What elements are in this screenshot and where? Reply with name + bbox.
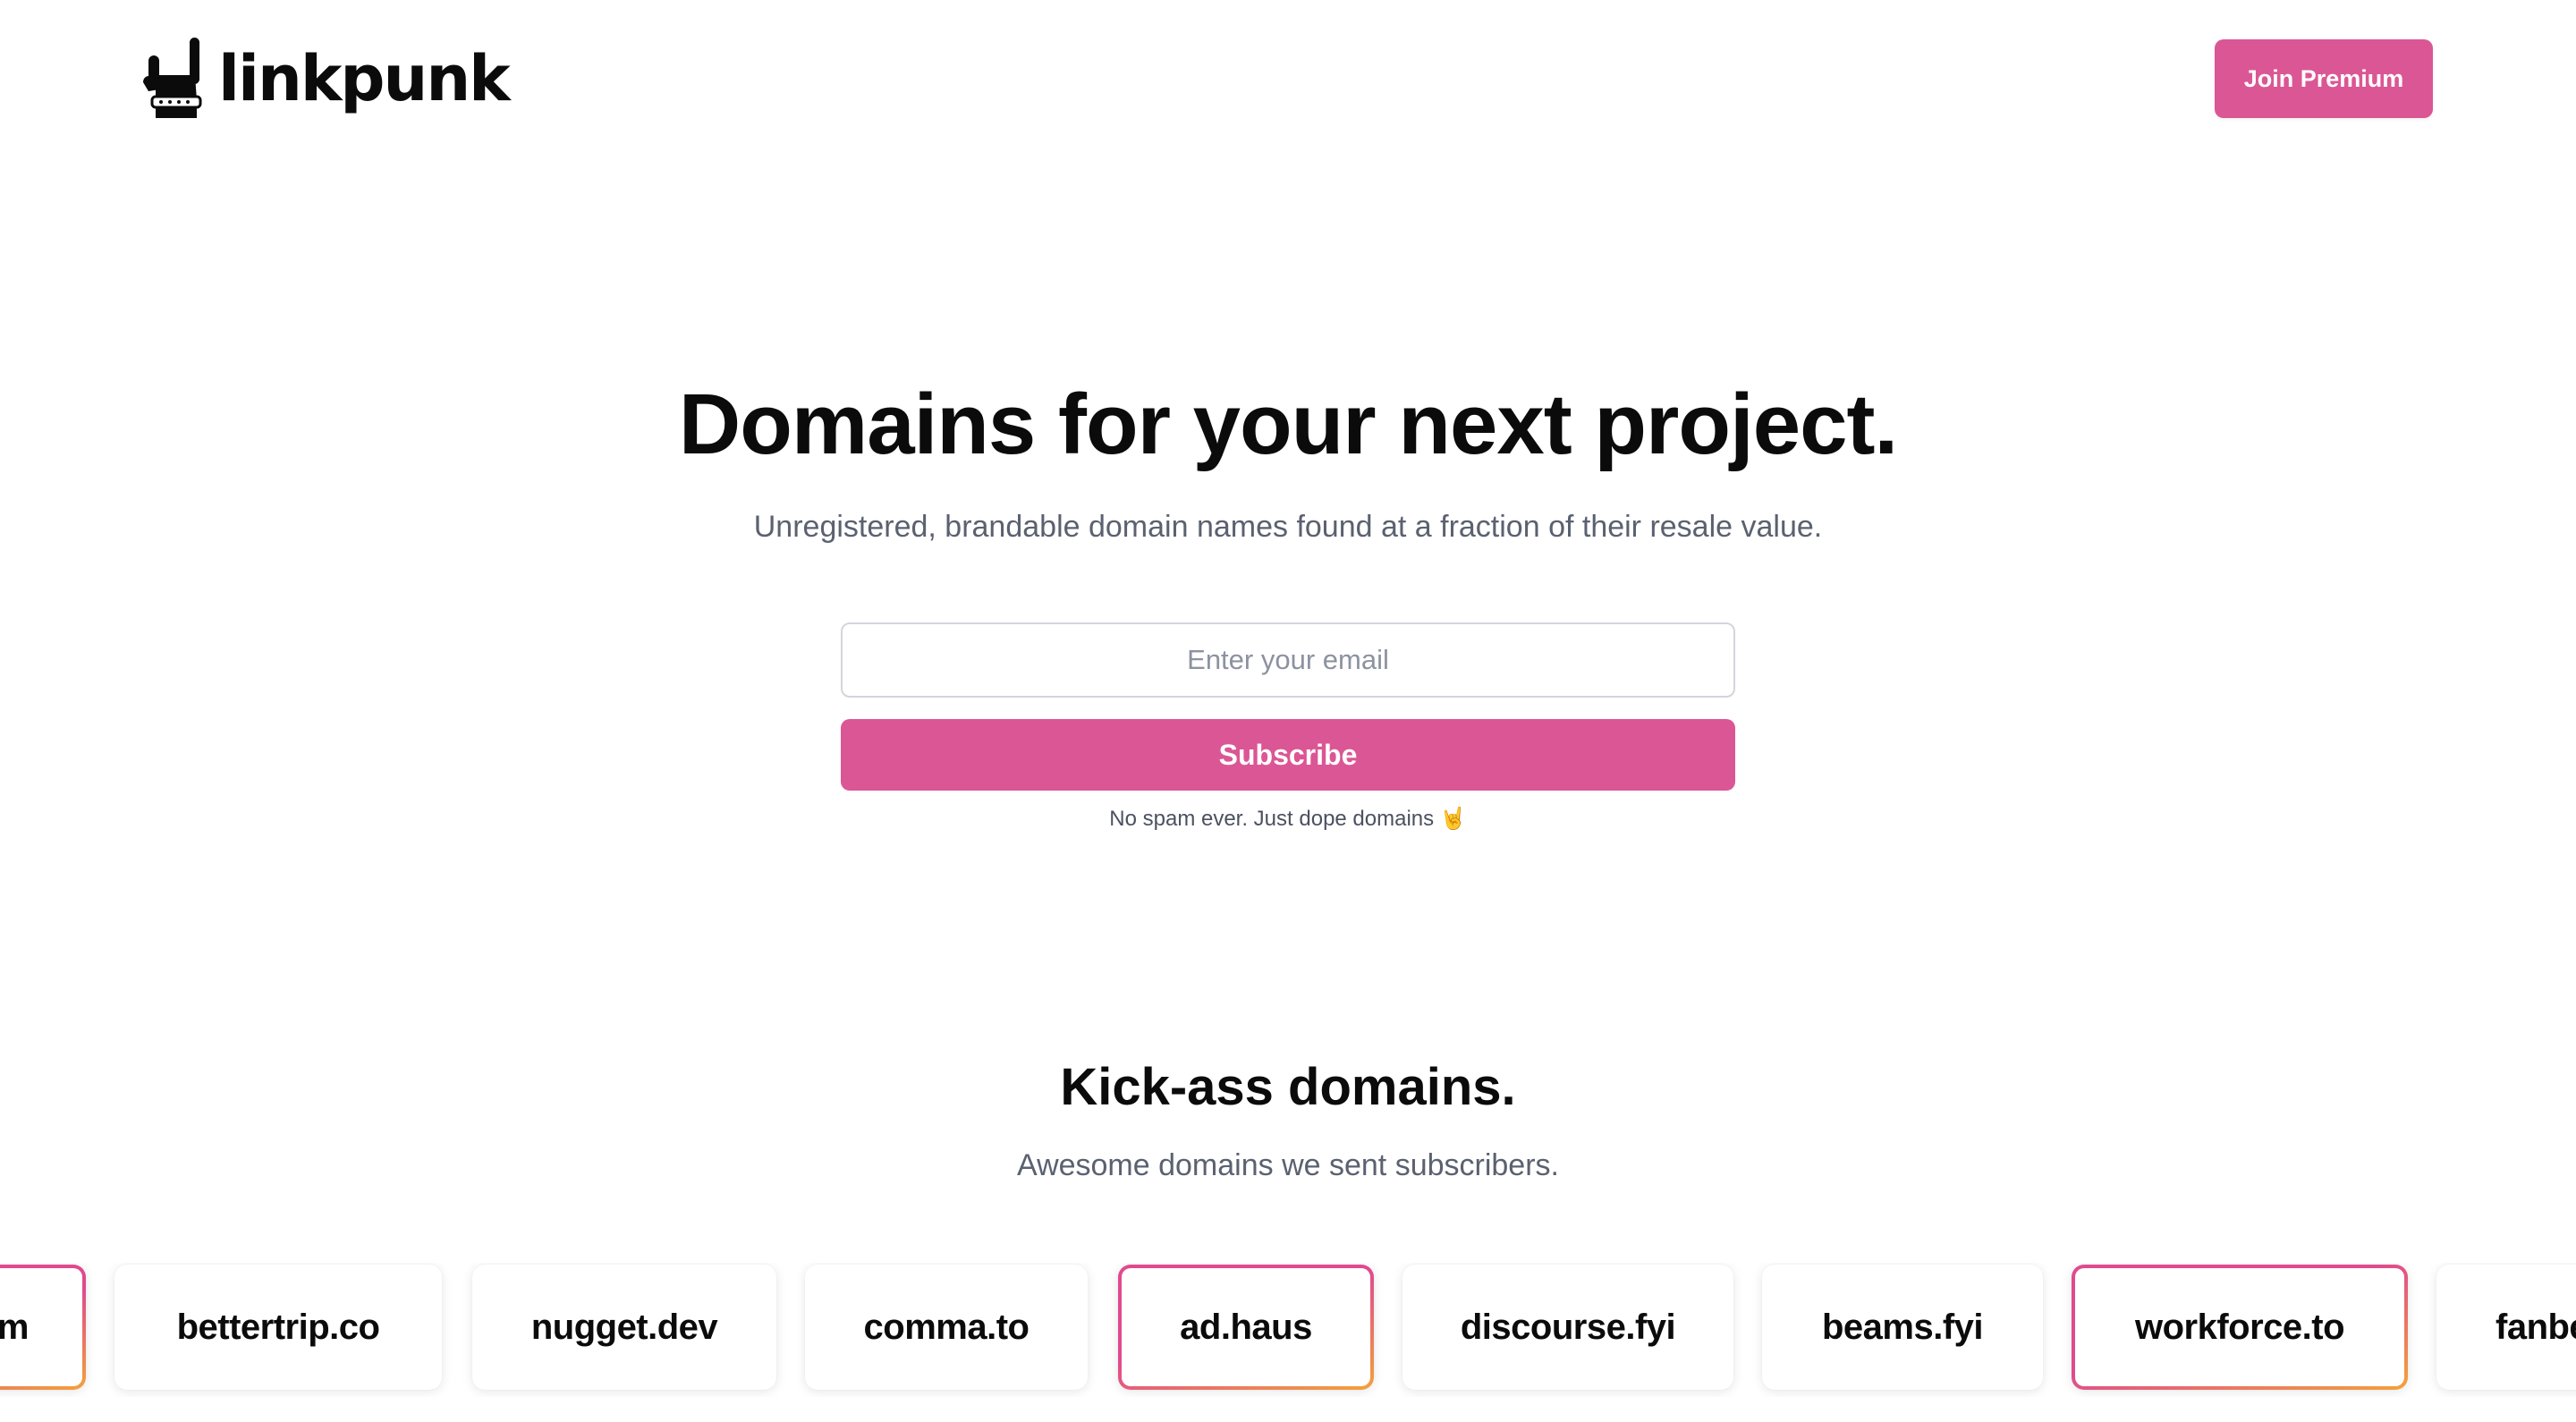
domain-card[interactable]: workforce.to xyxy=(2072,1265,2408,1390)
section-title: Kick-ass domains. xyxy=(1060,1058,1516,1116)
hero-title: Domains for your next project. xyxy=(678,377,1898,472)
rock-hand-icon xyxy=(143,38,202,118)
domain-card[interactable]: discourse.fyi xyxy=(1402,1265,1733,1390)
domain-card[interactable]: comma.to xyxy=(805,1265,1088,1390)
section-subtitle: Awesome domains we sent subscribers. xyxy=(1017,1148,1559,1182)
site-header: linkpunk Join Premium xyxy=(0,0,2576,161)
logo-wordmark: linkpunk xyxy=(218,42,511,115)
subscribe-button[interactable]: Subscribe xyxy=(841,719,1735,791)
domain-carousel: m bettertrip.co nugget.dev comma.to ad.h… xyxy=(0,1263,2576,1397)
domain-card[interactable]: bettertrip.co xyxy=(114,1265,442,1390)
logo-link[interactable]: linkpunk xyxy=(143,36,511,118)
hero-subtitle: Unregistered, brandable domain names fou… xyxy=(753,510,1823,544)
no-spam-note: No spam ever. Just dope domains 🤘 xyxy=(1109,807,1467,831)
domain-card[interactable]: nugget.dev xyxy=(472,1265,776,1390)
domain-card[interactable]: fanbe xyxy=(2436,1265,2576,1390)
email-input[interactable] xyxy=(841,622,1735,698)
domain-card[interactable]: m xyxy=(0,1265,86,1390)
join-premium-button[interactable]: Join Premium xyxy=(2215,39,2433,118)
domain-card[interactable]: beams.fyi xyxy=(1762,1265,2043,1390)
domain-card[interactable]: ad.haus xyxy=(1118,1265,1374,1390)
